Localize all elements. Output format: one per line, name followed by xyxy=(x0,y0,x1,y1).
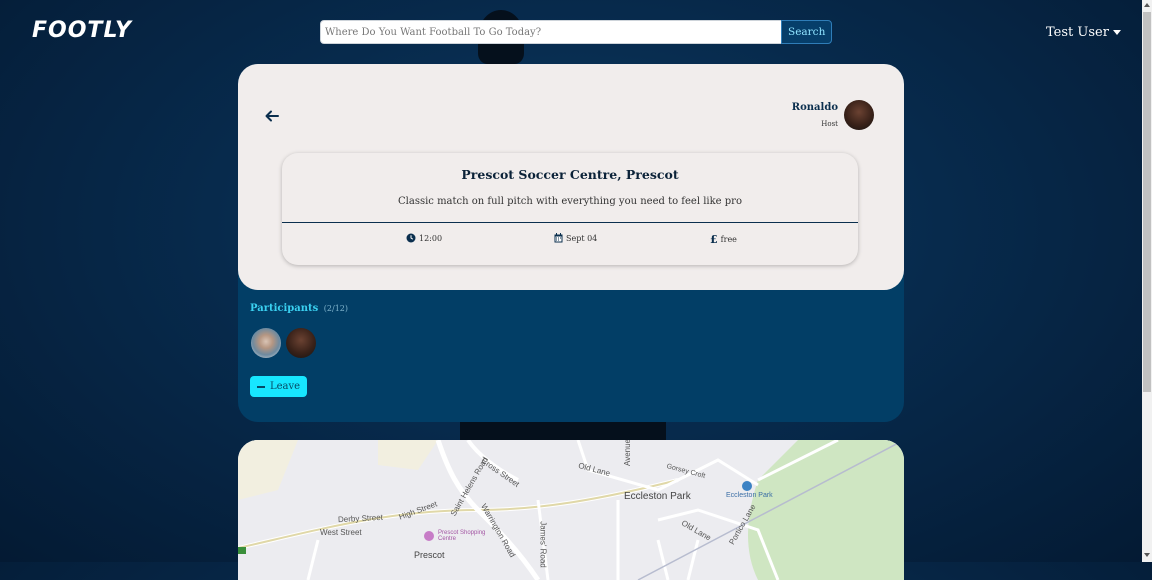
event-panel: Ronaldo Host Prescot Soccer Centre, Pres… xyxy=(238,64,904,422)
participants-count: (2/12) xyxy=(323,304,348,313)
scroll-down-icon[interactable] xyxy=(1144,553,1150,557)
leave-label: Leave xyxy=(270,381,301,392)
background-silhouette-legs xyxy=(460,422,666,440)
event-time: 12:00 xyxy=(419,233,443,243)
map-label-eccleston-park-station: Eccleston Park xyxy=(726,492,773,499)
page-scrollbar[interactable] xyxy=(1142,0,1152,562)
map-tiles xyxy=(238,440,904,580)
event-details-card: Ronaldo Host Prescot Soccer Centre, Pres… xyxy=(238,64,904,290)
map-label-eccleston-park: Eccleston Park xyxy=(624,491,691,502)
event-date: Sept 04 xyxy=(566,233,598,243)
participants-heading: Participants (2/12) xyxy=(250,303,348,314)
calendar-icon xyxy=(554,233,563,243)
map-label-prescot: Prescot xyxy=(414,550,445,560)
date-meta: Sept 04 xyxy=(554,233,597,243)
host-avatar[interactable] xyxy=(844,100,874,130)
scroll-up-icon[interactable] xyxy=(1144,3,1150,7)
time-meta: 12:00 xyxy=(406,233,442,243)
event-description: Classic match on full pitch with everyth… xyxy=(398,196,742,207)
scroll-thumb[interactable] xyxy=(1143,12,1151,392)
participants-label: Participants xyxy=(250,303,319,314)
map-label-james-road: James' Road xyxy=(538,521,548,568)
map-label-prescot-shopping-centre: Prescot Shopping Centre xyxy=(438,530,486,542)
footly-logo[interactable]: FOOTLY xyxy=(32,18,132,43)
user-menu-dropdown[interactable]: Test User xyxy=(1046,25,1121,40)
minus-icon xyxy=(257,385,265,388)
location-map[interactable]: Old Lane Gorsey Croft Eccleston Park Ecc… xyxy=(238,440,904,580)
host-label: Host xyxy=(821,120,838,128)
venue-info-box: Prescot Soccer Centre, Prescot Classic m… xyxy=(282,153,858,265)
caret-down-icon xyxy=(1112,30,1121,35)
clock-icon xyxy=(406,233,416,243)
participant-avatar[interactable] xyxy=(251,328,281,358)
event-price: free xyxy=(720,235,737,244)
search-input[interactable] xyxy=(320,20,781,44)
user-name: Test User xyxy=(1046,25,1109,40)
participant-avatar[interactable] xyxy=(286,328,316,358)
top-navbar: FOOTLY Search Test User xyxy=(0,0,1142,64)
map-label-avenue: Avenue xyxy=(623,440,632,466)
host-name[interactable]: Ronaldo xyxy=(792,102,838,113)
search-form: Search xyxy=(320,20,833,44)
leave-button[interactable]: Leave xyxy=(250,376,308,397)
arrow-left-icon[interactable] xyxy=(264,108,280,124)
search-button[interactable]: Search xyxy=(781,20,833,44)
price-meta: £ free xyxy=(710,233,737,246)
pound-icon: £ xyxy=(710,233,718,246)
map-label-west-street: West Street xyxy=(320,528,362,537)
divider xyxy=(282,222,858,223)
venue-title: Prescot Soccer Centre, Prescot xyxy=(461,167,679,182)
